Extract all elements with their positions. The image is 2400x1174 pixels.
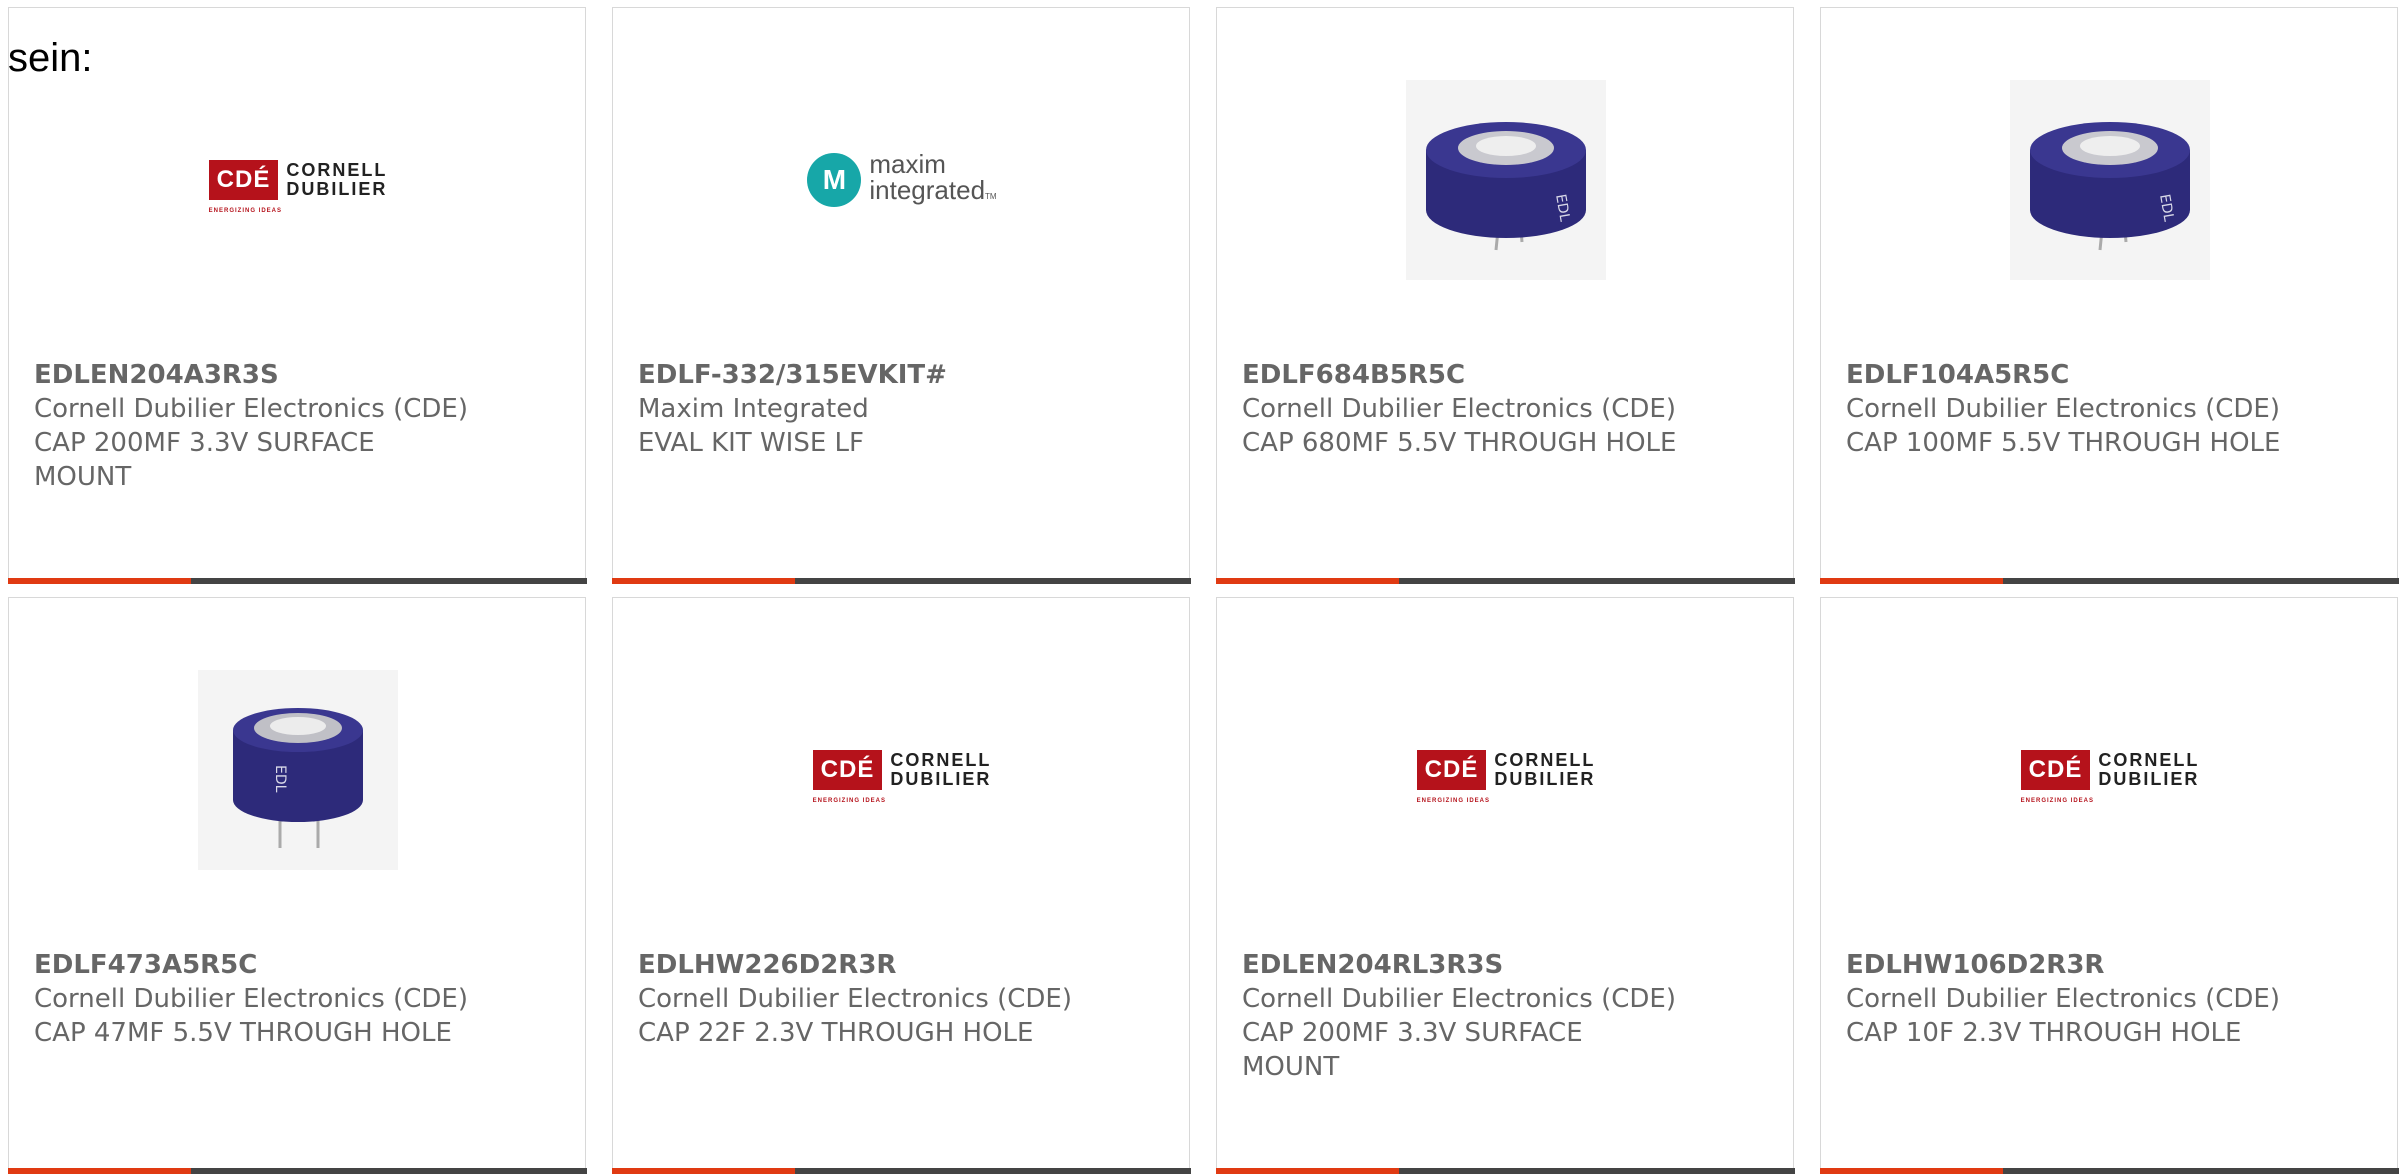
cde-logo-mark: CDÉ <box>1424 756 1479 783</box>
product-image: EDL <box>1406 80 1606 280</box>
product-description: CAP 200MF 3.3V SURFACE MOUNT <box>1242 1018 1583 1082</box>
cde-logo-mark: CDÉ <box>2028 756 2083 783</box>
maxim-logo-tm: TM <box>985 191 997 201</box>
product-card[interactable]: EDL EDLF684B5R5C Cornell Dubilier Electr… <box>1215 7 1795 584</box>
product-image: EDL <box>198 670 398 870</box>
manufacturer-name: Cornell Dubilier Electronics (CDE) <box>34 984 468 1014</box>
product-image: EDL <box>2010 80 2210 280</box>
cde-logo-line2: DUBILIER <box>286 179 388 199</box>
cde-logo-line2: DUBILIER <box>2098 769 2200 789</box>
cde-logo-line2: DUBILIER <box>1494 769 1596 789</box>
cde-logo-tagline: ENERGIZING IDEAS <box>812 798 886 804</box>
card-accent-bar <box>7 577 587 584</box>
card-accent-bar <box>611 577 1191 584</box>
part-number-link[interactable]: EDLHW106D2R3R <box>1846 948 2377 982</box>
card-accent-bar <box>1819 577 2399 584</box>
cde-logo-tagline: ENERGIZING IDEAS <box>208 208 282 214</box>
manufacturer-logo-image: CDÉ ENERGIZING IDEAS CORNELL DUBILIER <box>2010 670 2210 870</box>
cde-logo-line1: CORNELL <box>1494 750 1596 770</box>
manufacturer-name: Cornell Dubilier Electronics (CDE) <box>1242 984 1676 1014</box>
maxim-logo-line2: integrated <box>869 174 986 205</box>
capacitor-photo-icon: EDL <box>198 670 398 870</box>
cde-logo-icon: CDÉ ENERGIZING IDEAS CORNELL DUBILIER <box>1416 750 1596 804</box>
cde-logo-icon: CDÉ ENERGIZING IDEAS CORNELL DUBILIER <box>2020 750 2200 804</box>
cde-logo-line2: DUBILIER <box>890 769 992 789</box>
product-description: CAP 100MF 5.5V THROUGH HOLE <box>1846 428 2281 458</box>
card-accent-bar <box>7 1167 587 1174</box>
product-card[interactable]: CDÉ ENERGIZING IDEAS CORNELL DUBILIER EDLH… <box>1819 597 2399 1174</box>
manufacturer-logo-image: CDÉ ENERGIZING IDEAS CORNELL DUBILIER <box>198 80 398 280</box>
product-description: CAP 47MF 5.5V THROUGH HOLE <box>34 1018 452 1048</box>
part-number-link[interactable]: EDLF473A5R5C <box>34 948 565 982</box>
manufacturer-name: Cornell Dubilier Electronics (CDE) <box>34 394 468 424</box>
product-card[interactable]: CDÉ ENERGIZING IDEAS CORNELL DUBILIER EDLE… <box>1215 597 1795 1174</box>
cde-logo-mark: CDÉ <box>820 756 875 783</box>
product-description: CAP 200MF 3.3V SURFACE MOUNT <box>34 428 375 492</box>
manufacturer-name: Maxim Integrated <box>638 394 869 424</box>
product-card[interactable]: CDÉ ENERGIZING IDEAS CORNELL DUBILIER EDLE… <box>7 7 587 584</box>
cde-logo-line1: CORNELL <box>890 750 992 770</box>
part-number-link[interactable]: EDLF104A5R5C <box>1846 358 2377 392</box>
product-description: CAP 22F 2.3V THROUGH HOLE <box>638 1018 1034 1048</box>
cde-logo-tagline: ENERGIZING IDEAS <box>2020 798 2094 804</box>
capacitor-photo-icon: EDL <box>1406 80 1606 280</box>
part-number-link[interactable]: EDLHW226D2R3R <box>638 948 1169 982</box>
capacitor-photo-icon: EDL <box>2010 80 2210 280</box>
maxim-logo-icon: M maxim integratedTM <box>807 151 997 210</box>
capacitor-marking: EDL <box>272 765 288 793</box>
product-card[interactable]: EDL EDLF473A5R5C Cornell Dubilier Electr… <box>7 597 587 1174</box>
product-card[interactable]: EDL EDLF104A5R5C Cornell Dubilier Electr… <box>1819 7 2399 584</box>
product-card[interactable]: M maxim integratedTM EDLF-332/315EVKIT# M… <box>611 7 1191 584</box>
manufacturer-name: Cornell Dubilier Electronics (CDE) <box>1846 984 2280 1014</box>
part-number-link[interactable]: EDLF-332/315EVKIT# <box>638 358 1169 392</box>
card-accent-bar <box>611 1167 1191 1174</box>
cde-logo-line1: CORNELL <box>286 160 388 180</box>
card-accent-bar <box>1215 577 1795 584</box>
product-description: CAP 680MF 5.5V THROUGH HOLE <box>1242 428 1677 458</box>
part-number-link[interactable]: EDLEN204RL3R3S <box>1242 948 1773 982</box>
intro-text: sein: <box>8 36 93 80</box>
manufacturer-name: Cornell Dubilier Electronics (CDE) <box>1242 394 1676 424</box>
cde-logo-line1: CORNELL <box>2098 750 2200 770</box>
card-accent-bar <box>1215 1167 1795 1174</box>
maxim-logo-mark: M <box>807 153 862 207</box>
cde-logo-mark: CDÉ <box>216 166 271 193</box>
part-number-link[interactable]: EDLF684B5R5C <box>1242 358 1773 392</box>
cde-logo-tagline: ENERGIZING IDEAS <box>1416 798 1490 804</box>
product-card[interactable]: CDÉ ENERGIZING IDEAS CORNELL DUBILIER EDLH… <box>611 597 1191 1174</box>
cde-logo-icon: CDÉ ENERGIZING IDEAS CORNELL DUBILIER <box>208 160 388 214</box>
manufacturer-logo-image: M maxim integratedTM <box>802 80 1002 280</box>
manufacturer-name: Cornell Dubilier Electronics (CDE) <box>1846 394 2280 424</box>
manufacturer-name: Cornell Dubilier Electronics (CDE) <box>638 984 1072 1014</box>
cde-logo-icon: CDÉ ENERGIZING IDEAS CORNELL DUBILIER <box>812 750 992 804</box>
product-description: CAP 10F 2.3V THROUGH HOLE <box>1846 1018 2242 1048</box>
product-description: EVAL KIT WISE LF <box>638 428 864 458</box>
manufacturer-logo-image: CDÉ ENERGIZING IDEAS CORNELL DUBILIER <box>802 670 1002 870</box>
part-number-link[interactable]: EDLEN204A3R3S <box>34 358 565 392</box>
card-accent-bar <box>1819 1167 2399 1174</box>
manufacturer-logo-image: CDÉ ENERGIZING IDEAS CORNELL DUBILIER <box>1406 670 1606 870</box>
